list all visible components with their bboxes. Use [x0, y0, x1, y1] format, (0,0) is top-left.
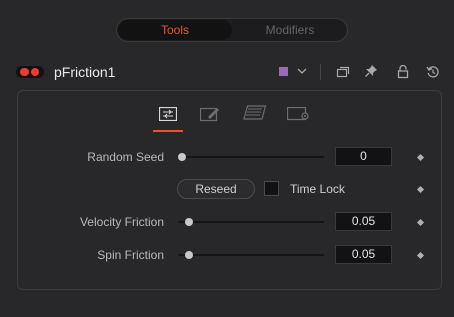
random-seed-slider-knob[interactable]: [178, 153, 186, 161]
random-seed-label: Random Seed: [87, 150, 164, 164]
toggle-dot: [31, 68, 39, 76]
tool-modifier-tabs: Tools Modifiers: [116, 18, 348, 42]
edit-icon[interactable]: [200, 106, 222, 122]
region-icon[interactable]: [243, 104, 267, 122]
time-lock-checkbox[interactable]: [264, 181, 279, 196]
reset-icon[interactable]: [426, 65, 440, 79]
lock-icon[interactable]: [397, 64, 409, 79]
chevron-down-icon[interactable]: [296, 66, 308, 76]
settings-icon[interactable]: [287, 107, 311, 121]
tab-tools[interactable]: Tools: [118, 20, 232, 40]
velocity-friction-slider[interactable]: [178, 221, 324, 223]
velocity-friction-value-field[interactable]: 0.05: [335, 212, 392, 231]
tab-modifiers[interactable]: Modifiers: [233, 20, 347, 40]
random-seed-slider[interactable]: [178, 156, 324, 158]
active-tab-underline: [153, 130, 183, 132]
tool-color-swatch[interactable]: [279, 67, 288, 76]
toggle-indicator: [20, 68, 29, 76]
pin-icon[interactable]: [364, 64, 378, 78]
sliders-icon[interactable]: [159, 107, 177, 121]
random-seed-value-field[interactable]: 0: [335, 147, 392, 166]
reseed-button[interactable]: Reseed: [177, 179, 255, 199]
spin-friction-value-field[interactable]: 0.05: [335, 245, 392, 264]
spin-friction-label: Spin Friction: [97, 248, 164, 262]
time-lock-label: Time Lock: [290, 182, 345, 196]
tool-enable-toggle[interactable]: [16, 66, 44, 78]
version-icon[interactable]: [336, 65, 350, 79]
velocity-friction-label: Velocity Friction: [79, 215, 164, 229]
spin-friction-slider[interactable]: [178, 254, 324, 256]
header-divider: [320, 64, 321, 80]
tool-name: pFriction1: [54, 64, 116, 80]
